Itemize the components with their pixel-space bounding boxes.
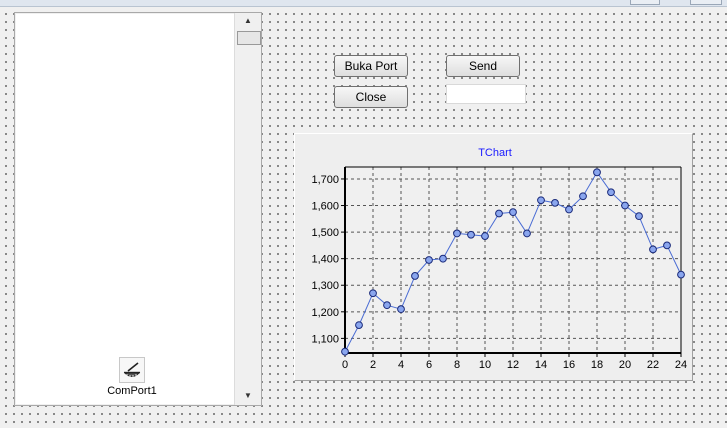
comport-label: ComPort1 [107, 385, 157, 397]
data-point [495, 209, 503, 218]
data-point [523, 229, 531, 238]
vertical-scrollbar[interactable]: ▲ ▼ [234, 13, 261, 405]
comport-component[interactable]: ComPort1 [104, 357, 160, 397]
y-tick-label: 1,700 [311, 174, 339, 186]
scroll-up-arrow-icon[interactable]: ▲ [235, 14, 261, 28]
data-point [537, 196, 545, 205]
data-point [621, 201, 629, 210]
x-tick-label: 2 [370, 359, 376, 371]
x-tick-label: 0 [342, 359, 348, 371]
y-tick-label: 1,600 [311, 201, 339, 213]
data-point [635, 212, 643, 221]
y-tick-label: 1,100 [311, 333, 339, 345]
data-point [341, 347, 349, 356]
data-point [383, 301, 391, 310]
data-point [453, 229, 461, 238]
window-tab-left [630, 0, 660, 5]
scroll-thumb[interactable] [237, 31, 261, 45]
data-point [649, 245, 657, 254]
data-point [355, 321, 363, 330]
data-point [579, 192, 587, 201]
x-tick-label: 6 [426, 359, 432, 371]
list-box-content[interactable] [16, 14, 234, 404]
data-point [481, 232, 489, 240]
x-tick-label: 8 [454, 359, 460, 371]
data-point [593, 168, 601, 177]
scroll-down-arrow-icon[interactable]: ▼ [235, 389, 261, 403]
y-tick-label: 1,200 [311, 307, 339, 319]
data-point [439, 254, 447, 263]
send-button[interactable]: Send [446, 55, 520, 77]
y-tick-label: 1,300 [311, 280, 339, 292]
data-point [369, 289, 377, 298]
x-tick-label: 14 [535, 359, 547, 371]
y-tick-label: 1,500 [311, 227, 339, 239]
x-tick-label: 24 [675, 359, 687, 371]
x-tick-label: 4 [398, 359, 404, 371]
data-point [663, 241, 671, 250]
x-tick-label: 22 [647, 359, 659, 371]
data-point [467, 230, 475, 239]
send-input[interactable] [446, 84, 526, 104]
data-point [397, 305, 405, 314]
data-point [551, 198, 559, 207]
x-tick-label: 18 [591, 359, 603, 371]
data-point [425, 256, 433, 264]
close-button[interactable]: Close [334, 86, 408, 108]
list-box[interactable]: ▲ ▼ [14, 12, 262, 406]
y-tick-label: 1,400 [311, 254, 339, 266]
data-point [607, 188, 615, 197]
x-tick-label: 12 [507, 359, 519, 371]
x-tick-label: 16 [563, 359, 575, 371]
chart-panel: 0 2 4 6 8 10 12 14 16 18 20 22 24 1,100 1,200 1,300 1,40… [294, 133, 693, 381]
chart-svg: 0 2 4 6 8 10 12 14 16 18 20 22 241,1001,2001,3001,40… [311, 147, 687, 371]
data-point [565, 205, 573, 214]
x-tick-label: 20 [619, 359, 631, 371]
window-tab-right [690, 0, 722, 5]
data-point [509, 208, 517, 217]
data-point [677, 270, 685, 279]
x-tick-label: 10 [479, 359, 491, 371]
open-port-button[interactable]: Buka Port [334, 55, 408, 77]
comport-icon [119, 357, 145, 383]
window-top-strip [0, 0, 727, 7]
data-point [411, 272, 419, 280]
chart-title: TChart [478, 147, 512, 159]
